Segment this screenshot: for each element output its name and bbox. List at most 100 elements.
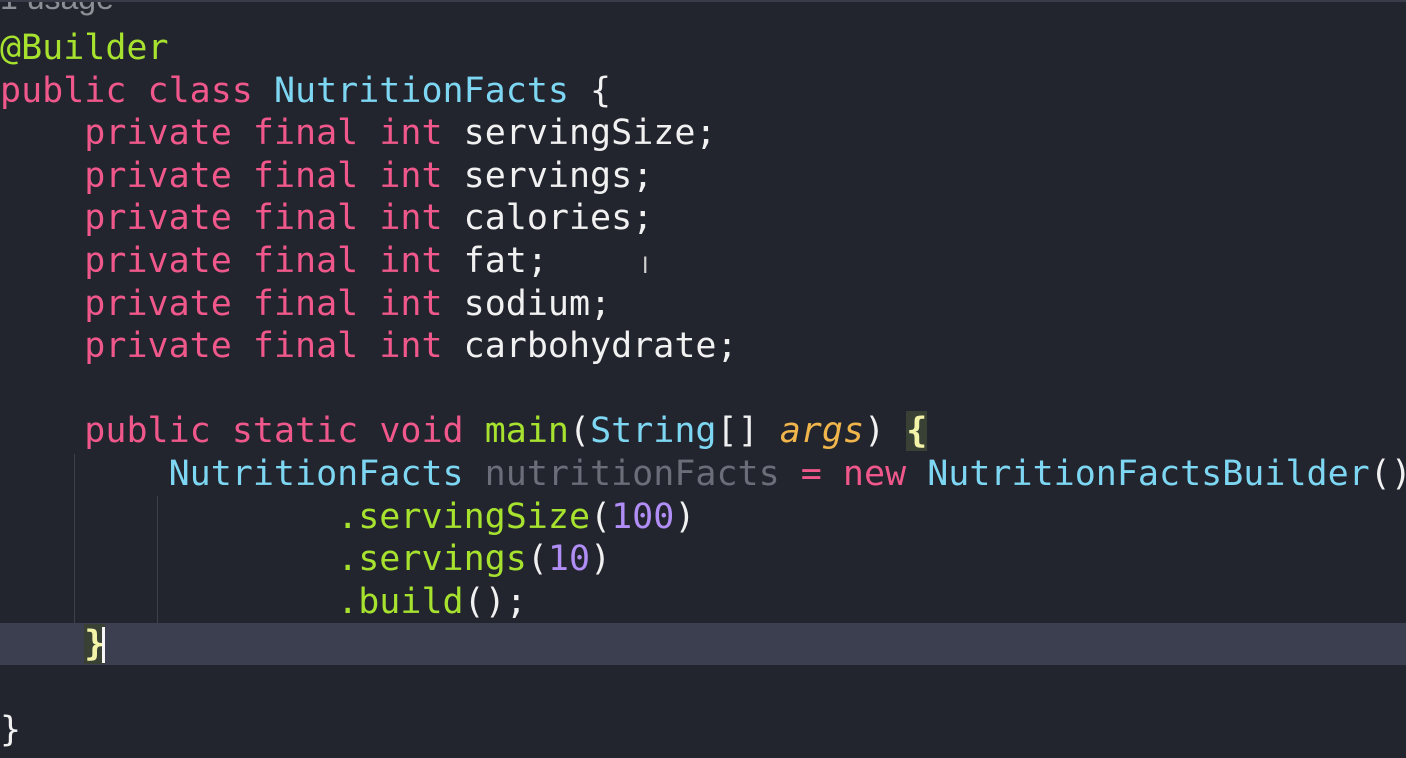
code-line[interactable]: private final int sodium; — [0, 283, 611, 325]
code-token: .servings — [337, 539, 527, 580]
code-token: int — [379, 326, 443, 367]
current-line-highlight — [0, 623, 1406, 665]
code-token: } — [0, 709, 22, 750]
code-line[interactable]: .servingSize(100) — [0, 496, 695, 538]
usage-hint[interactable]: 1 usage — [0, 2, 114, 17]
code-line[interactable]: .build(); — [0, 581, 527, 623]
code-line[interactable]: @Builder — [0, 27, 169, 69]
code-token: class — [147, 70, 253, 111]
code-token: int — [379, 198, 443, 239]
code-token: ) — [864, 411, 907, 452]
code-token: final — [252, 283, 359, 324]
code-token: static — [231, 411, 359, 452]
code-token: int — [379, 155, 443, 196]
code-token: private — [84, 283, 232, 324]
code-token: [] — [716, 411, 780, 452]
code-token: final — [252, 241, 359, 281]
code-token: main — [484, 411, 569, 452]
code-token: ( — [526, 539, 548, 580]
code-token: args — [779, 411, 865, 452]
code-token: fat; — [442, 241, 548, 281]
code-line[interactable]: private final int servingSize; — [0, 112, 716, 154]
code-token: private — [84, 155, 232, 196]
code-token: ( — [590, 496, 612, 537]
code-token: 10 — [547, 539, 591, 580]
code-token: public — [84, 411, 211, 452]
code-token: ) — [590, 539, 612, 580]
code-token: (); — [463, 581, 527, 622]
code-line[interactable]: public class NutritionFacts { — [0, 70, 611, 112]
code-token: int — [379, 241, 443, 281]
code-token: { — [906, 411, 928, 452]
code-token: 100 — [611, 496, 675, 537]
code-line[interactable]: private final int fat; — [0, 240, 548, 282]
code-line[interactable]: private final int servings; — [0, 155, 653, 197]
code-token: { — [568, 70, 612, 111]
code-token: () — [1369, 454, 1406, 494]
code-token: void — [379, 411, 464, 452]
code-token: nutritionFacts — [484, 454, 780, 494]
code-editor[interactable]: 1 usage @Builderpublic class NutritionFa… — [0, 0, 1406, 758]
code-token: int — [379, 113, 443, 154]
code-token: servings; — [442, 155, 654, 196]
code-token: @Builder — [0, 28, 169, 68]
code-token: NutritionFactsBuilder — [927, 454, 1370, 494]
code-token: private — [84, 113, 232, 154]
code-token: final — [252, 326, 359, 367]
code-line[interactable]: .servings(10) — [0, 538, 611, 580]
code-token: ) — [674, 496, 696, 537]
code-token: .servingSize — [337, 496, 591, 537]
code-token: final — [252, 198, 359, 239]
code-token: public — [0, 70, 127, 111]
code-token: .build — [337, 581, 464, 622]
code-token: new — [842, 454, 907, 494]
code-line[interactable]: NutritionFacts nutritionFacts = new Nutr… — [0, 453, 1406, 495]
code-token: sodium; — [442, 283, 612, 324]
code-line[interactable]: private final int carbohydrate; — [0, 325, 737, 367]
code-line[interactable]: } — [0, 623, 106, 665]
code-line[interactable]: private final int calories; — [0, 197, 653, 239]
code-line[interactable]: } — [0, 709, 21, 751]
code-token: calories; — [442, 198, 654, 239]
code-token: final — [252, 155, 359, 196]
code-token: servingSize; — [442, 113, 717, 154]
code-line[interactable]: public static void main(String[] args) { — [0, 410, 928, 452]
code-token: = — [800, 454, 822, 494]
code-token: String — [590, 411, 717, 452]
code-token: NutritionFacts — [168, 454, 464, 494]
text-caret — [102, 627, 105, 663]
code-token: int — [379, 283, 443, 324]
